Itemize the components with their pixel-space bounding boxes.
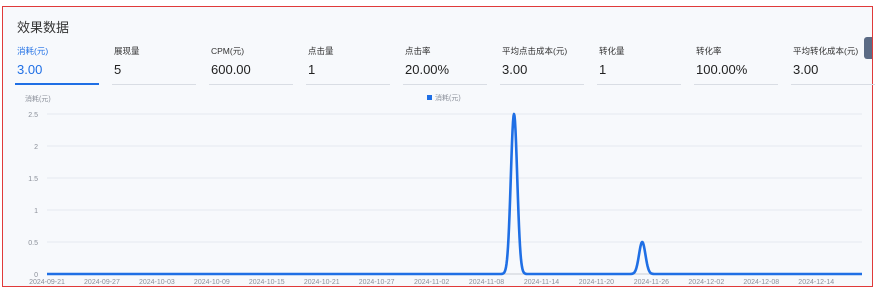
legend-swatch — [427, 95, 432, 100]
y-axis-label: 消耗(元) — [25, 94, 51, 103]
x-tick-label: 2024-11-20 — [579, 279, 614, 286]
x-tick-label: 2024-10-21 — [304, 279, 340, 286]
series-line-cost — [46, 112, 863, 276]
x-tick-label: 2024-11-08 — [469, 279, 504, 286]
y-tick-label: 1 — [34, 208, 38, 215]
x-tick-label: 2024-12-14 — [798, 279, 834, 286]
y-tick-label: 2.5 — [28, 112, 38, 119]
y-tick-label: 2 — [34, 144, 38, 151]
cost-line-chart: 0 0.5 1 1.5 2 2.5 消耗(元) 消耗(元) 2024-09-21 2024-09-… — [25, 93, 863, 286]
x-tick-label: 2024-12-08 — [743, 279, 779, 286]
x-tick-label: 2024-10-15 — [249, 279, 285, 286]
x-tick-label: 2024-11-26 — [634, 279, 669, 286]
x-tick-label: 2024-10-03 — [139, 279, 175, 286]
y-tick-label: 0.5 — [28, 240, 38, 247]
x-tick-label: 2024-11-14 — [524, 279, 559, 286]
x-tick-label: 2024-11-02 — [414, 279, 449, 286]
x-tick-label: 2024-10-09 — [194, 279, 230, 286]
y-tick-label: 1.5 — [28, 176, 38, 183]
x-tick-label: 2024-09-27 — [84, 279, 120, 286]
y-tick-label: 0 — [34, 272, 38, 279]
x-tick-label: 2024-12-02 — [688, 279, 724, 286]
x-tick-label: 2024-09-21 — [29, 279, 65, 286]
x-tick-label: 2024-10-27 — [359, 279, 395, 286]
legend-label: 消耗(元) — [435, 93, 461, 102]
